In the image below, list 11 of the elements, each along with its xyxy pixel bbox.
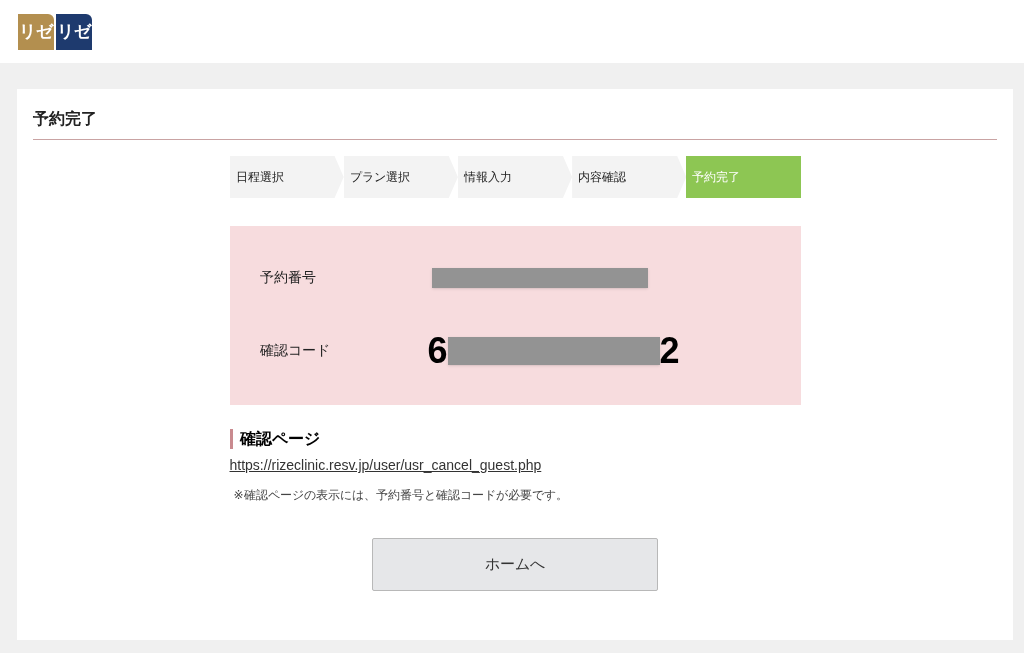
- code-value: 2: [659, 328, 680, 373]
- reservation-label: 予約番号: [259, 268, 317, 287]
- confirm-page-link[interactable]: https://rizeclinic.resv.jp/user/usr_cancel_guest.php: [229, 455, 542, 476]
- home-button[interactable]: ホームへ: [372, 538, 658, 591]
- note-text: ※確認ページの表示には、予約番号と確認コードが必要です。: [233, 487, 568, 504]
- code-label: 確認コード: [259, 341, 331, 360]
- section-heading: 確認ページ: [229, 429, 320, 449]
- logo-tile: リゼ: [18, 13, 54, 50]
- page-title: 予約完了: [33, 107, 997, 140]
- logo-tile: リゼ: [56, 13, 92, 50]
- code-value: 6: [427, 328, 448, 373]
